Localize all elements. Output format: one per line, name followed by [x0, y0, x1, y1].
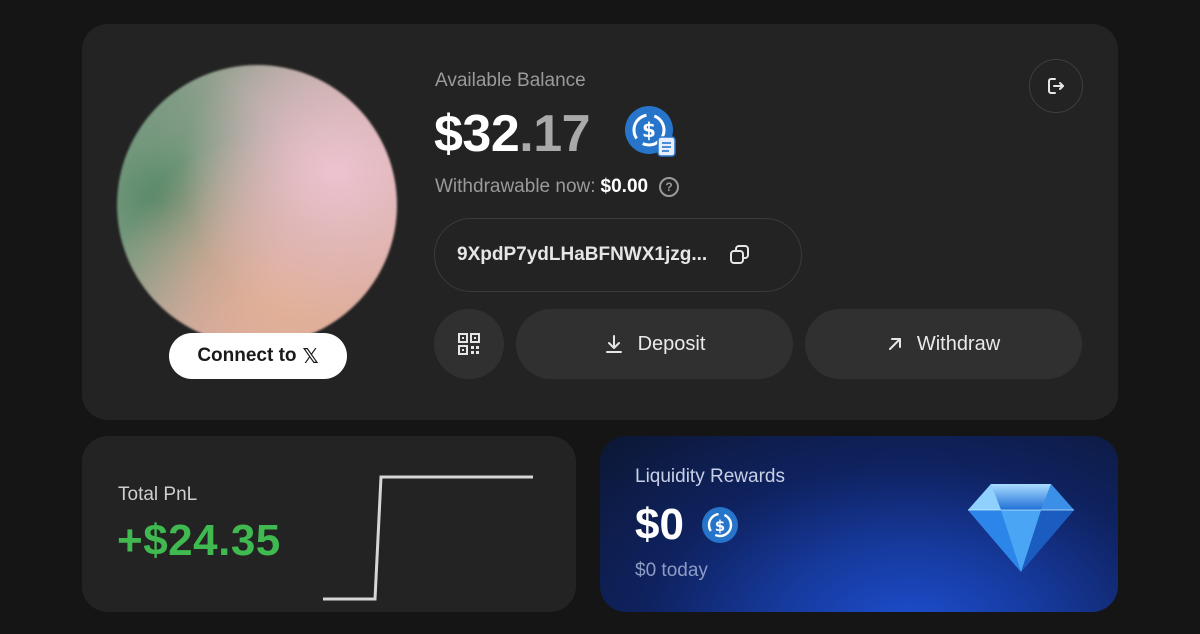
logout-button[interactable] — [1029, 59, 1083, 113]
avatar — [117, 65, 397, 345]
help-icon[interactable]: ? — [659, 177, 680, 197]
pnl-label: Total PnL — [118, 484, 198, 505]
download-icon — [605, 335, 622, 353]
account-card: Connect to 𝕏 Available Balance $32.17 $ … — [82, 24, 1118, 420]
pnl-sparkline — [323, 475, 533, 601]
diamond-icon — [968, 484, 1074, 572]
svg-text:$: $ — [642, 118, 656, 142]
withdrawable-label: Withdrawable now: — [435, 176, 596, 197]
arrow-up-right-icon — [888, 338, 901, 350]
balance-value: $32.17 — [434, 104, 591, 164]
balance-whole: $32 — [434, 105, 520, 163]
rewards-today: $0 today — [635, 560, 708, 581]
withdraw-label: Withdraw — [916, 332, 1001, 355]
wallet-address-pill[interactable]: 9XpdP7ydLHaBFNWX1jzg... — [434, 218, 802, 292]
withdrawable-value: $0.00 — [600, 176, 649, 197]
qr-code-button[interactable] — [434, 309, 504, 379]
x-logo-icon: 𝕏 — [302, 344, 319, 368]
pnl-line — [323, 475, 533, 601]
pnl-card: Total PnL +$24.35 — [82, 436, 576, 612]
copy-icon[interactable] — [729, 244, 751, 266]
usdc-icon: $ — [702, 507, 738, 543]
balance-label: Available Balance — [435, 70, 586, 91]
connect-label: Connect to — [197, 345, 297, 366]
deposit-label: Deposit — [637, 332, 706, 355]
wallet-address: 9XpdP7ydLHaBFNWX1jzg... — [457, 244, 708, 265]
deposit-button[interactable]: Deposit — [516, 309, 793, 379]
logout-icon — [1048, 78, 1064, 94]
balance-fraction: .17 — [519, 105, 591, 163]
qr-code-icon — [458, 333, 480, 355]
connect-x-button[interactable]: Connect to 𝕏 — [169, 333, 347, 379]
liquidity-rewards-card[interactable]: Liquidity Rewards $0 $ $0 today — [600, 436, 1118, 612]
pnl-value: +$24.35 — [117, 516, 281, 565]
usdc-icon: $ — [625, 106, 676, 157]
withdrawable-info: Withdrawable now: $0.00 ? — [435, 176, 680, 198]
withdraw-button[interactable]: Withdraw — [805, 309, 1082, 379]
rewards-value: $0 — [635, 500, 684, 549]
svg-text:$: $ — [715, 517, 725, 535]
rewards-label: Liquidity Rewards — [635, 466, 785, 487]
